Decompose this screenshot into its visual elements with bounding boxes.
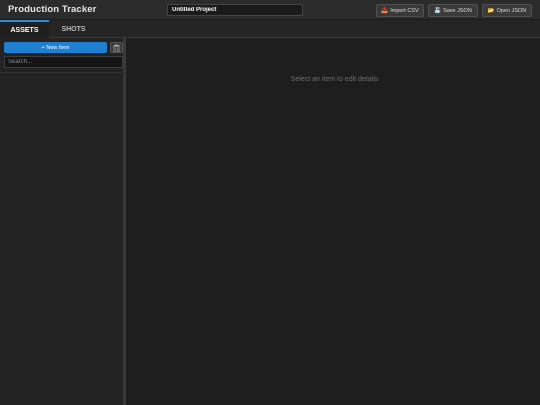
folder-icon: 📂 [487,7,495,14]
top-bar: Production Tracker 📥 Import CSV 💾 Save J… [0,0,540,20]
save-icon: 💾 [434,7,442,14]
import-csv-label: Import CSV [390,7,419,14]
app-title: Production Tracker [8,4,97,15]
open-json-button[interactable]: 📂 Open JSON [482,4,532,17]
trash-icon [113,43,120,52]
save-json-button[interactable]: 💾 Save JSON [428,4,478,17]
sidebar: + New Item [0,38,126,405]
import-icon: 📥 [381,7,389,14]
tab-shots[interactable]: SHOTS [49,20,98,38]
save-json-label: Save JSON [443,7,472,14]
search-input[interactable] [4,56,123,68]
empty-state-message: Select an item to edit details [290,76,379,83]
new-item-button[interactable]: + New Item [4,42,107,53]
tab-assets[interactable]: ASSETS [0,20,49,38]
open-json-label: Open JSON [496,7,527,14]
import-csv-button[interactable]: 📥 Import CSV [376,4,424,17]
project-name-input[interactable] [167,4,303,16]
tab-bar: ASSETS SHOTS [0,20,540,38]
delete-button[interactable] [110,42,123,53]
detail-panel: Select an item to edit details [129,38,540,405]
item-list[interactable] [0,73,126,405]
